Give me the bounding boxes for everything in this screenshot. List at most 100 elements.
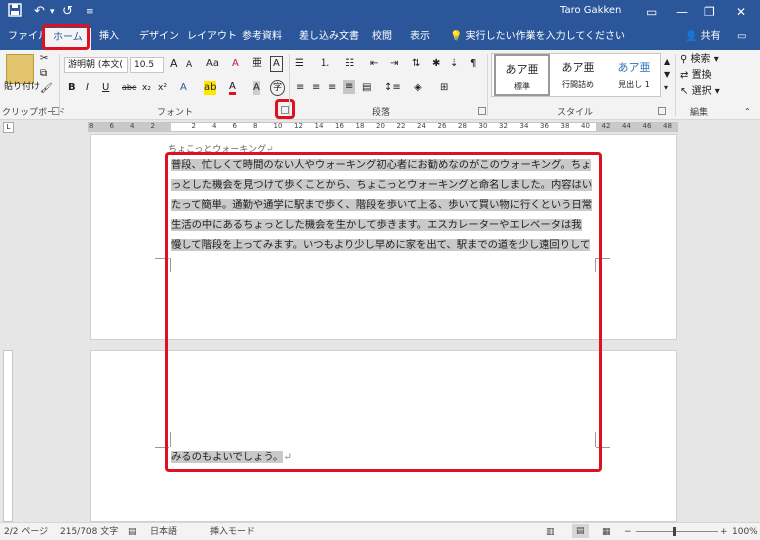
save-icon[interactable] xyxy=(8,3,22,23)
replace-label: 置換 xyxy=(691,70,712,81)
font-size-combo[interactable]: 10.5 xyxy=(130,57,164,73)
borders-icon[interactable]: ⊞ xyxy=(440,81,448,95)
multilevel-list-icon[interactable]: ☷ xyxy=(345,57,354,71)
status-language[interactable]: 日本語 xyxy=(150,526,177,538)
line-spacing-icon[interactable]: ↕≡ xyxy=(384,81,401,95)
sort-icon[interactable]: ⇣ xyxy=(450,57,458,71)
shrink-font-icon[interactable]: A xyxy=(186,58,192,72)
superscript-icon[interactable]: x² xyxy=(158,81,167,95)
asian-layout-icon[interactable]: ✱ xyxy=(432,57,440,71)
redo-icon[interactable]: ↺ xyxy=(62,3,73,21)
vertical-ruler[interactable] xyxy=(3,350,13,522)
underline-icon[interactable]: U xyxy=(102,81,109,95)
undo-icon[interactable]: ↶ xyxy=(34,3,45,21)
lightbulb-icon: 💡 xyxy=(450,31,463,42)
align-right-icon[interactable]: ≡ xyxy=(328,81,336,95)
styles-scroll-down-icon[interactable]: ▼ xyxy=(664,68,670,82)
horizontal-ruler[interactable]: 8 6 4 2 2 4 6 8 10 12 14 16 18 20 22 24 26 28 30 32 34 36 38 40… xyxy=(88,122,678,132)
align-left-icon[interactable]: ≡ xyxy=(296,81,304,95)
styles-launcher-icon[interactable] xyxy=(658,107,666,115)
show-marks-icon[interactable]: ¶ xyxy=(470,57,476,71)
align-center-icon[interactable]: ≡ xyxy=(312,81,320,95)
print-layout-icon[interactable]: ▤ xyxy=(572,524,589,538)
replace-button[interactable]: ⇄ 置換 xyxy=(680,69,712,83)
style-name: 標準 xyxy=(514,82,530,91)
replace-icon: ⇄ xyxy=(680,70,689,81)
tab-view[interactable]: 表示 xyxy=(410,29,430,45)
ruler-number: 42 xyxy=(601,122,611,130)
distributed-icon[interactable]: ▤ xyxy=(362,81,371,95)
ruler-number: 30 xyxy=(478,122,488,130)
zoom-thumb[interactable] xyxy=(673,527,676,536)
style-no-spacing[interactable]: あア亜 行間詰め xyxy=(550,54,606,96)
status-insert-mode[interactable]: 挿入モード xyxy=(210,526,255,538)
read-mode-icon[interactable]: ▥ xyxy=(546,526,555,538)
tab-references[interactable]: 参考資料 xyxy=(242,29,282,45)
tab-selector-icon[interactable]: L xyxy=(3,122,14,133)
numbering-icon[interactable]: ⒈ xyxy=(320,57,330,71)
user-name[interactable]: Taro Gakken xyxy=(560,5,621,16)
proofing-icon[interactable]: ▤ xyxy=(128,526,137,538)
select-button[interactable]: ↖ 選択 ▾ xyxy=(680,85,720,99)
phonetic-guide-icon[interactable]: 亜 xyxy=(252,57,262,71)
decrease-indent-icon[interactable]: ⇤ xyxy=(370,57,378,71)
grow-font-icon[interactable]: A xyxy=(170,57,178,71)
share-button[interactable]: 👤 共有 xyxy=(685,29,721,45)
enclose-char-icon[interactable]: 字 xyxy=(270,80,286,96)
cut-icon[interactable]: ✂ xyxy=(40,52,48,66)
zoom-slider[interactable] xyxy=(636,531,718,532)
comment-icon[interactable]: ▭ xyxy=(737,29,746,45)
highlight-icon[interactable]: ab xyxy=(204,81,217,95)
find-button[interactable]: ⚲ 検索 ▾ xyxy=(680,53,719,67)
undo-dropdown-icon[interactable]: ▾ xyxy=(50,3,55,21)
home-tab-highlight xyxy=(42,24,90,50)
tab-design[interactable]: デザイン xyxy=(139,29,179,45)
collapse-ribbon-icon[interactable]: ⌃ xyxy=(744,105,751,119)
zoom-out-icon[interactable]: − xyxy=(624,526,632,538)
restore-button[interactable]: ❐ xyxy=(704,3,715,21)
bold-icon[interactable]: B xyxy=(68,81,76,95)
editing-group-label: 編集 xyxy=(690,108,709,118)
strikethrough-icon[interactable]: abc xyxy=(122,81,136,95)
status-bar: 2/2 ページ 215/708 文字 ▤ 日本語 挿入モード ▥ ▤ ▦ − +… xyxy=(0,522,760,540)
zoom-in-icon[interactable]: + xyxy=(720,526,728,538)
change-case-icon[interactable]: Aa xyxy=(206,57,219,71)
clear-format-icon[interactable]: A xyxy=(232,57,239,71)
subscript-icon[interactable]: x₂ xyxy=(142,81,151,95)
ribbon-display-icon[interactable]: ▭ xyxy=(646,3,657,21)
style-name: 行間詰め xyxy=(562,80,594,89)
customize-qat-icon[interactable]: ≡ xyxy=(86,3,94,21)
style-heading-1[interactable]: あア亜 見出し 1 xyxy=(606,54,662,96)
minimize-button[interactable]: — xyxy=(676,3,688,21)
italic-icon[interactable]: I xyxy=(86,81,89,95)
paragraph-launcher-icon[interactable] xyxy=(478,107,486,115)
justify-icon[interactable]: ≡ xyxy=(343,80,356,94)
styles-more-icon[interactable]: ▾ xyxy=(664,81,668,95)
web-layout-icon[interactable]: ▦ xyxy=(602,526,611,538)
shading-icon[interactable]: ◈ xyxy=(414,81,422,95)
tell-me-box[interactable]: 💡 実行したい作業を入力してください xyxy=(450,29,625,45)
text-effects-icon[interactable]: A xyxy=(180,81,187,95)
format-painter-icon[interactable]: 🖌 xyxy=(40,82,53,96)
status-word-count[interactable]: 215/708 文字 xyxy=(60,526,118,538)
bullets-icon[interactable]: ☰ xyxy=(295,57,304,71)
ruler-number: 46 xyxy=(642,122,652,130)
font-color-icon[interactable]: A xyxy=(229,81,236,95)
close-button[interactable]: ✕ xyxy=(736,3,746,21)
char-shading-icon[interactable]: A xyxy=(253,81,260,95)
char-border-icon[interactable]: A xyxy=(270,56,283,72)
paste-button[interactable]: 貼り付け xyxy=(4,80,40,94)
tab-review[interactable]: 校閲 xyxy=(372,29,392,45)
styles-scroll-up-icon[interactable]: ▲ xyxy=(664,55,670,69)
increase-indent-icon[interactable]: ⇥ xyxy=(390,57,398,71)
style-normal[interactable]: あア亜 標準 xyxy=(494,54,550,96)
text-direction-icon[interactable]: ⇅ xyxy=(412,57,420,71)
font-name-combo[interactable]: 游明朝 (本文( xyxy=(64,57,128,73)
ruler-number: 26 xyxy=(437,122,447,130)
tab-layout[interactable]: レイアウト xyxy=(187,29,237,45)
tab-mailings[interactable]: 差し込み文書 xyxy=(299,29,359,45)
copy-icon[interactable]: ⧉ xyxy=(40,67,47,81)
zoom-level[interactable]: 100% xyxy=(732,526,758,538)
status-page[interactable]: 2/2 ページ xyxy=(4,526,48,538)
tab-insert[interactable]: 挿入 xyxy=(99,29,119,45)
